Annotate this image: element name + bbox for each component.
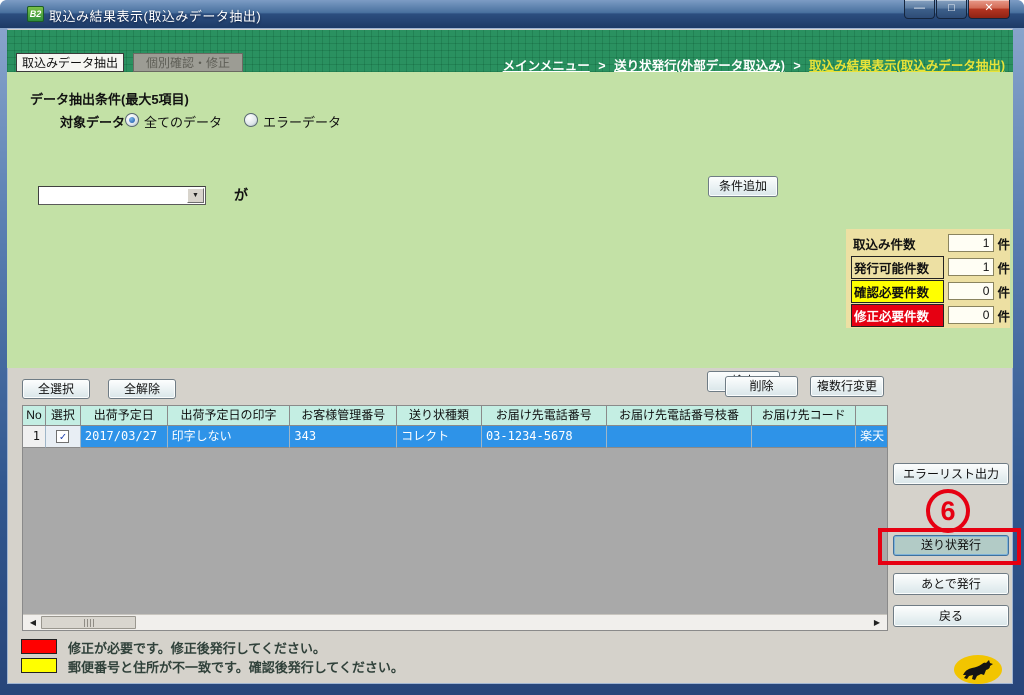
breadcrumb-separator: > xyxy=(793,59,800,73)
radio-error-data[interactable] xyxy=(244,113,258,127)
select-all-button[interactable]: 全選択 xyxy=(22,379,90,399)
header-dest-phone-ext: お届け先電話番号枝番 xyxy=(607,406,753,426)
legend-red-swatch xyxy=(21,639,57,654)
target-data-label: 対象データ xyxy=(60,112,125,131)
imported-count-label: 取込み件数 xyxy=(851,233,944,254)
header-dest-phone: お届け先電話番号 xyxy=(482,406,607,426)
breadcrumb-invoice-issue[interactable]: 送り状発行(外部データ取込み) xyxy=(614,59,785,73)
horizontal-scrollbar[interactable]: ◀ ▶ xyxy=(23,614,887,630)
condition-suffix-label: が xyxy=(234,185,248,205)
header-invoice-type: 送り状種類 xyxy=(397,406,482,426)
tab-individual-confirm[interactable]: 個別確認・修正 xyxy=(133,53,243,72)
add-condition-button[interactable]: 条件追加 xyxy=(708,176,778,197)
deselect-all-button[interactable]: 全解除 xyxy=(108,379,176,399)
header-extra xyxy=(856,406,887,426)
fix-needed-count-row: 修正必要件数 0 件 xyxy=(851,305,1010,325)
radio-all-data[interactable] xyxy=(125,113,139,127)
imported-count-value: 1 xyxy=(948,234,995,252)
issue-later-button[interactable]: あとで発行 xyxy=(893,573,1009,595)
header-select: 選択 xyxy=(46,406,81,426)
close-button[interactable]: ✕ xyxy=(968,0,1010,19)
header-ship-date-print: 出荷予定日の印字 xyxy=(168,406,291,426)
cell-customer-no: 343 xyxy=(290,426,397,448)
confirm-needed-count-value: 0 xyxy=(948,282,995,300)
yamato-cat-logo xyxy=(953,654,1003,684)
scroll-right-icon[interactable]: ▶ xyxy=(869,615,885,630)
count-unit: 件 xyxy=(997,258,1010,277)
annotation-highlight-box xyxy=(878,528,1021,565)
extract-condition-panel: データ抽出条件(最大5項目) 対象データ 全てのデータ エラーデータ ▼ が 条… xyxy=(7,72,1013,368)
annotation-step-number: 6 xyxy=(926,489,970,533)
radio-error-data-label[interactable]: エラーデータ xyxy=(263,112,341,131)
issuable-count-value: 1 xyxy=(948,258,995,276)
scrollbar-thumb[interactable] xyxy=(41,616,136,629)
fix-needed-count-value: 0 xyxy=(948,306,995,324)
cell-ship-date: 2017/03/27 xyxy=(81,426,168,448)
app-window: B2 取込み結果表示(取込みデータ抽出) — □ ✕ 取込みデータ抽出 個別確認… xyxy=(0,0,1024,695)
count-unit: 件 xyxy=(997,234,1010,253)
cell-dest-phone: 03-1234-5678 xyxy=(482,426,607,448)
condition-field-select[interactable]: ▼ xyxy=(38,186,206,205)
table-header-row: No 選択 出荷予定日 出荷予定日の印字 お客様管理番号 送り状種類 お届け先電… xyxy=(23,406,887,426)
breadcrumb-separator: > xyxy=(598,59,605,73)
legend-red-text: 修正が必要です。修正後発行してください。 xyxy=(68,638,326,657)
window-title: 取込み結果表示(取込みデータ抽出) xyxy=(49,6,261,25)
header-no: No xyxy=(23,406,46,426)
row-checkbox[interactable]: ✓ xyxy=(56,430,69,443)
counts-panel: 取込み件数 1 件 発行可能件数 1 件 確認必要件数 0 件 修正必要件数 0 xyxy=(846,229,1010,328)
title-bar[interactable]: B2 取込み結果表示(取込みデータ抽出) — □ ✕ xyxy=(0,0,1024,28)
cell-extra: 楽天 xyxy=(856,426,887,448)
cell-select: ✓ xyxy=(46,426,81,448)
breadcrumb-main-menu[interactable]: メインメニュー xyxy=(503,59,590,73)
breadcrumb-current-page: 取込み結果表示(取込みデータ抽出) xyxy=(809,59,1005,73)
count-unit: 件 xyxy=(997,282,1010,301)
back-button[interactable]: 戻る xyxy=(893,605,1009,627)
app-icon: B2 xyxy=(27,6,44,22)
radio-all-data-label[interactable]: 全てのデータ xyxy=(144,112,222,131)
window-controls: — □ ✕ xyxy=(903,0,1010,19)
chevron-down-icon[interactable]: ▼ xyxy=(187,188,204,203)
issuable-count-label: 発行可能件数 xyxy=(851,256,944,279)
legend-yellow-swatch xyxy=(21,658,57,673)
legend-yellow-text: 郵便番号と住所が不一致です。確認後発行してください。 xyxy=(68,657,404,676)
imported-count-row: 取込み件数 1 件 xyxy=(851,233,1010,253)
delete-button[interactable]: 削除 xyxy=(725,376,798,397)
confirm-needed-count-label: 確認必要件数 xyxy=(851,280,944,303)
confirm-needed-count-row: 確認必要件数 0 件 xyxy=(851,281,1010,301)
table-row[interactable]: 1 ✓ 2017/03/27 印字しない 343 コレクト 03-1234-56… xyxy=(23,426,887,448)
header-customer-no: お客様管理番号 xyxy=(290,406,397,426)
cell-dest-phone-ext xyxy=(607,426,753,448)
client-area: 取込みデータ抽出 個別確認・修正 メインメニュー > 送り状発行(外部データ取込… xyxy=(7,28,1013,684)
result-table: No 選択 出荷予定日 出荷予定日の印字 お客様管理番号 送り状種類 お届け先電… xyxy=(22,405,888,631)
maximize-button[interactable]: □ xyxy=(936,0,967,19)
error-list-output-button[interactable]: エラーリスト出力 xyxy=(893,463,1009,485)
multi-row-change-button[interactable]: 複数行変更 xyxy=(810,376,884,397)
header-ship-date: 出荷予定日 xyxy=(81,406,168,426)
count-unit: 件 xyxy=(997,306,1010,325)
minimize-button[interactable]: — xyxy=(904,0,935,19)
header-dest-code: お届け先コード xyxy=(752,406,856,426)
issuable-count-row: 発行可能件数 1 件 xyxy=(851,257,1010,277)
scrollbar-grip xyxy=(84,619,94,627)
cell-no: 1 xyxy=(23,426,46,448)
tab-import-data-extract[interactable]: 取込みデータ抽出 xyxy=(16,53,124,72)
cell-dest-code xyxy=(752,426,856,448)
scroll-left-icon[interactable]: ◀ xyxy=(25,615,41,630)
cell-invoice-type: コレクト xyxy=(397,426,482,448)
section-title: データ抽出条件(最大5項目) xyxy=(30,89,189,108)
fix-needed-count-label: 修正必要件数 xyxy=(851,304,944,327)
cell-ship-date-print: 印字しない xyxy=(168,426,291,448)
